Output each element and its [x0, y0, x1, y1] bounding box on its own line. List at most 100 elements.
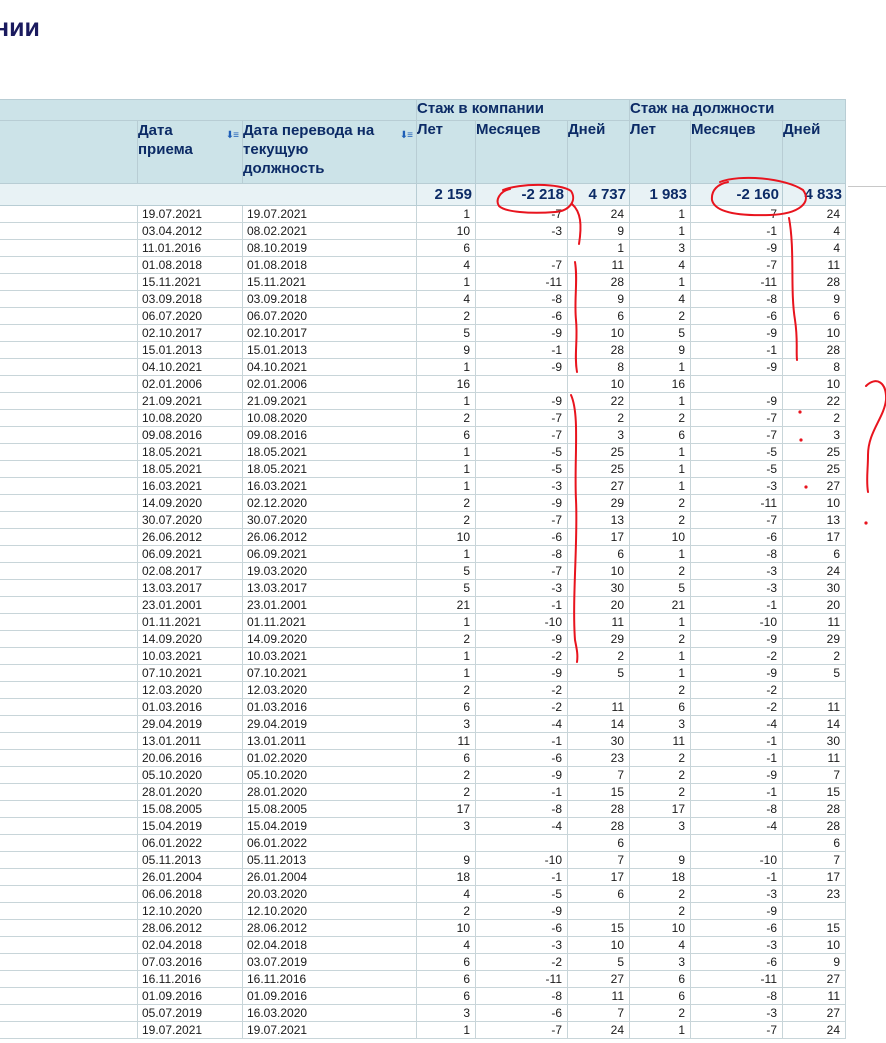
company-years-cell: 16 — [416, 375, 476, 393]
company-months-cell — [475, 239, 568, 257]
table-row[interactable]: 03.09.2018 03.09.2018 4 -8 9 4 -8 9 — [0, 290, 846, 308]
table-row[interactable]: 09.08.2016 09.08.2016 6 -7 3 6 -7 3 — [0, 426, 846, 444]
sort-descending-icon[interactable]: ⬇≡ — [226, 126, 239, 145]
table-row[interactable]: 01.09.2016 01.09.2016 6 -8 11 6 -8 11 — [0, 987, 846, 1005]
table-row[interactable]: 10.03.2021 10.03.2021 1 -2 2 1 -2 2 — [0, 647, 846, 665]
transfer-date-cell: 07.10.2021 — [242, 664, 417, 682]
row-label-cell — [0, 239, 138, 257]
hire-date-cell: 12.10.2020 — [137, 902, 243, 920]
table-row[interactable]: 13.01.2011 13.01.2011 11 -1 30 11 -1 30 — [0, 732, 846, 750]
table-row[interactable]: 23.01.2001 23.01.2001 21 -1 20 21 -1 20 — [0, 596, 846, 614]
table-row[interactable]: 28.01.2020 28.01.2020 2 -1 15 2 -1 15 — [0, 783, 846, 801]
table-row[interactable]: 28.06.2012 28.06.2012 10 -6 15 10 -6 15 — [0, 919, 846, 937]
table-row[interactable]: 01.03.2016 01.03.2016 6 -2 11 6 -2 11 — [0, 698, 846, 716]
transfer-date-cell: 05.10.2020 — [242, 766, 417, 784]
table-row[interactable]: 12.03.2020 12.03.2020 2 -2 2 -2 — [0, 681, 846, 699]
column-header-transfer-date[interactable]: Дата перевода на текущую должность ⬇≡ — [242, 120, 417, 184]
table-row[interactable]: 05.07.2019 16.03.2020 3 -6 7 2 -3 27 — [0, 1004, 846, 1022]
position-days-cell: 11 — [782, 987, 846, 1005]
position-months-cell: -7 — [690, 409, 783, 427]
company-months-cell: -9 — [475, 392, 568, 410]
table-row[interactable]: 13.03.2017 13.03.2017 5 -3 30 5 -3 30 — [0, 579, 846, 597]
position-months-cell: -9 — [690, 358, 783, 376]
company-years-cell: 2 — [416, 307, 476, 325]
table-row[interactable]: 15.04.2019 15.04.2019 3 -4 28 3 -4 28 — [0, 817, 846, 835]
position-months-cell: -6 — [690, 919, 783, 937]
table-row[interactable]: 02.04.2018 02.04.2018 4 -3 10 4 -3 10 — [0, 936, 846, 954]
table-row[interactable]: 21.09.2021 21.09.2021 1 -9 22 1 -9 22 — [0, 392, 846, 410]
table-row[interactable]: 26.06.2012 26.06.2012 10 -6 17 10 -6 17 — [0, 528, 846, 546]
table-row[interactable]: 15.11.2021 15.11.2021 1 -11 28 1 -11 28 — [0, 273, 846, 291]
position-days-cell — [782, 902, 846, 920]
table-row[interactable]: 18.05.2021 18.05.2021 1 -5 25 1 -5 25 — [0, 460, 846, 478]
table-row[interactable]: 16.11.2016 16.11.2016 6 -11 27 6 -11 27 — [0, 970, 846, 988]
table-row[interactable]: 05.10.2020 05.10.2020 2 -9 7 2 -9 7 — [0, 766, 846, 784]
column-header-position-months[interactable]: Месяцев — [690, 120, 783, 184]
table-row[interactable]: 29.04.2019 29.04.2019 3 -4 14 3 -4 14 — [0, 715, 846, 733]
table-row[interactable]: 19.07.2021 19.07.2021 1 -7 24 1 -7 24 — [0, 1021, 846, 1039]
sort-descending-icon[interactable]: ⬇≡ — [400, 126, 413, 145]
table-row[interactable]: 14.09.2020 14.09.2020 2 -9 29 2 -9 29 — [0, 630, 846, 648]
table-row[interactable]: 19.07.2021 19.07.2021 1 -7 24 1 -7 24 — [0, 205, 846, 223]
company-months-cell: -6 — [475, 1004, 568, 1022]
company-days-cell: 2 — [567, 409, 630, 427]
company-days-cell: 15 — [567, 919, 630, 937]
hire-date-cell: 23.01.2001 — [137, 596, 243, 614]
company-days-cell: 28 — [567, 273, 630, 291]
company-months-cell: -9 — [475, 766, 568, 784]
hire-date-cell: 14.09.2020 — [137, 494, 243, 512]
table-row[interactable]: 14.09.2020 02.12.2020 2 -9 29 2 -11 10 — [0, 494, 846, 512]
table-row[interactable]: 06.06.2018 20.03.2020 4 -5 6 2 -3 23 — [0, 885, 846, 903]
table-row[interactable]: 03.04.2012 08.02.2021 10 -3 9 1 -1 4 — [0, 222, 846, 240]
table-row[interactable]: 06.07.2020 06.07.2020 2 -6 6 2 -6 6 — [0, 307, 846, 325]
position-days-cell: 10 — [782, 494, 846, 512]
company-years-cell: 9 — [416, 851, 476, 869]
hire-date-cell: 12.03.2020 — [137, 681, 243, 699]
company-years-cell: 6 — [416, 426, 476, 444]
table-row[interactable]: 16.03.2021 16.03.2021 1 -3 27 1 -3 27 — [0, 477, 846, 495]
column-header-company-years[interactable]: Лет — [416, 120, 476, 184]
table-row[interactable]: 02.10.2017 02.10.2017 5 -9 10 5 -9 10 — [0, 324, 846, 342]
table-row[interactable]: 20.06.2016 01.02.2020 6 -6 23 2 -1 11 — [0, 749, 846, 767]
table-row[interactable]: 01.08.2018 01.08.2018 4 -7 11 4 -7 11 — [0, 256, 846, 274]
table-row[interactable]: 12.10.2020 12.10.2020 2 -9 2 -9 — [0, 902, 846, 920]
table-row[interactable]: 11.01.2016 08.10.2019 6 1 3 -9 4 — [0, 239, 846, 257]
table-row[interactable]: 15.08.2005 15.08.2005 17 -8 28 17 -8 28 — [0, 800, 846, 818]
table-row[interactable]: 06.09.2021 06.09.2021 1 -8 6 1 -8 6 — [0, 545, 846, 563]
column-header-company-days[interactable]: Дней — [567, 120, 630, 184]
table-row[interactable]: 02.01.2006 02.01.2006 16 10 16 10 — [0, 375, 846, 393]
table-row[interactable]: 06.01.2022 06.01.2022 6 6 — [0, 834, 846, 852]
column-header-position-years[interactable]: Лет — [629, 120, 691, 184]
table-row[interactable]: 04.10.2021 04.10.2021 1 -9 8 1 -9 8 — [0, 358, 846, 376]
table-row[interactable]: 26.01.2004 26.01.2004 18 -1 17 18 -1 17 — [0, 868, 846, 886]
column-header-label: Дата перевода на текущую должность — [243, 122, 375, 177]
hire-date-cell: 02.04.2018 — [137, 936, 243, 954]
hire-date-cell: 11.01.2016 — [137, 239, 243, 257]
position-years-cell: 2 — [629, 766, 691, 784]
transfer-date-cell: 02.10.2017 — [242, 324, 417, 342]
column-header-company-months[interactable]: Месяцев — [475, 120, 568, 184]
table-row[interactable]: 30.07.2020 30.07.2020 2 -7 13 2 -7 13 — [0, 511, 846, 529]
table-row[interactable]: 02.08.2017 19.03.2020 5 -7 10 2 -3 24 — [0, 562, 846, 580]
table-row[interactable]: 10.08.2020 10.08.2020 2 -7 2 2 -7 2 — [0, 409, 846, 427]
position-years-cell: 16 — [629, 375, 691, 393]
group-header-position: Стаж на должности — [629, 99, 846, 121]
company-months-cell: -7 — [475, 426, 568, 444]
table-row[interactable]: 01.11.2021 01.11.2021 1 -10 11 1 -10 11 — [0, 613, 846, 631]
company-days-cell: 24 — [567, 205, 630, 223]
transfer-date-cell: 01.02.2020 — [242, 749, 417, 767]
company-months-cell: -8 — [475, 987, 568, 1005]
divider — [848, 186, 886, 187]
position-years-cell: 10 — [629, 919, 691, 937]
hire-date-cell: 05.07.2019 — [137, 1004, 243, 1022]
table-row[interactable]: 18.05.2021 18.05.2021 1 -5 25 1 -5 25 — [0, 443, 846, 461]
column-header-hire-date[interactable]: Дата приема ⬇≡ — [137, 120, 243, 184]
table-row[interactable]: 05.11.2013 05.11.2013 9 -10 7 9 -10 7 — [0, 851, 846, 869]
table-row[interactable]: 07.10.2021 07.10.2021 1 -9 5 1 -9 5 — [0, 664, 846, 682]
table-row[interactable]: 15.01.2013 15.01.2013 9 -1 28 9 -1 28 — [0, 341, 846, 359]
row-label-cell — [0, 460, 138, 478]
table-row[interactable]: 07.03.2016 03.07.2019 6 -2 5 3 -6 9 — [0, 953, 846, 971]
company-months-cell: -5 — [475, 443, 568, 461]
company-months-cell: -3 — [475, 579, 568, 597]
column-header-position-days[interactable]: Дней — [782, 120, 846, 184]
